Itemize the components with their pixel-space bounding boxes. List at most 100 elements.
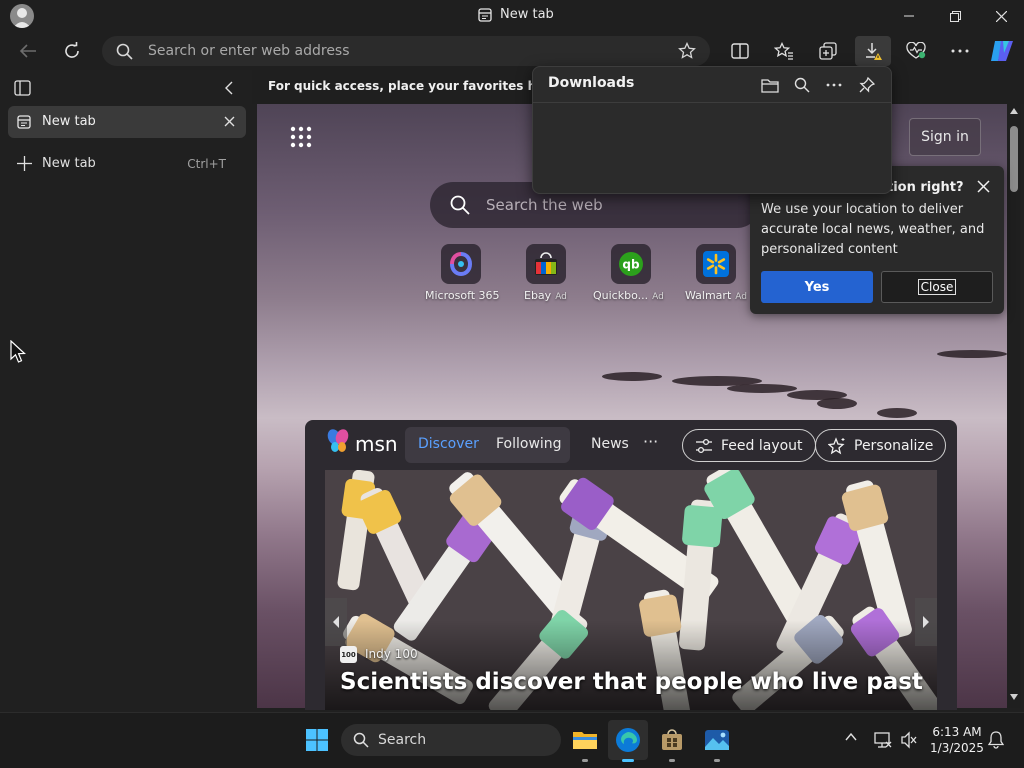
location-yes-button[interactable]: Yes xyxy=(761,271,873,303)
background-rock xyxy=(877,408,917,418)
tab-discover[interactable]: Discover xyxy=(418,436,479,452)
background-rock xyxy=(727,384,797,393)
start-button[interactable] xyxy=(297,720,337,760)
downloads-divider xyxy=(533,102,891,103)
web-search-input[interactable] xyxy=(486,195,746,215)
new-tab-shortcut: Ctrl+T xyxy=(187,157,226,171)
profile-avatar[interactable] xyxy=(10,4,34,28)
quicklink-quickbooks[interactable]: qb xyxy=(611,244,651,284)
location-close-button[interactable]: Close xyxy=(881,271,993,303)
taskbar-edge[interactable] xyxy=(608,720,648,760)
search-icon xyxy=(116,43,133,60)
background-rock xyxy=(817,398,857,409)
hero-next-arrow-icon[interactable] xyxy=(915,598,937,646)
downloads-title: Downloads xyxy=(548,75,635,91)
address-input[interactable] xyxy=(148,42,648,60)
hero-prev-arrow-icon[interactable] xyxy=(325,598,347,646)
page-scrollbar[interactable] xyxy=(1007,104,1021,708)
svg-text:qb: qb xyxy=(622,258,640,272)
personalize-button[interactable]: Personalize xyxy=(815,429,947,462)
restore-button[interactable] xyxy=(932,0,978,32)
quicklink-label: Microsoft 365 xyxy=(425,289,500,302)
location-popup-body: We use your location to deliver accurate… xyxy=(761,202,985,257)
clock-date: 1/3/2025 xyxy=(930,741,984,755)
feed-layout-button[interactable]: Feed layout xyxy=(682,429,816,462)
browser-essentials-button[interactable] xyxy=(901,36,931,66)
walmart-spark-icon xyxy=(703,251,729,277)
scroll-down-arrow-icon[interactable] xyxy=(1010,694,1018,700)
clock-time: 6:13 AM xyxy=(932,725,982,739)
copilot-icon[interactable] xyxy=(987,36,1017,66)
taskbar-file-explorer[interactable] xyxy=(565,720,605,760)
refresh-button[interactable] xyxy=(57,36,87,66)
scroll-up-arrow-icon[interactable] xyxy=(1010,108,1018,114)
collections-button[interactable] xyxy=(813,36,843,66)
msn-brand[interactable]: msn xyxy=(355,432,398,456)
search-icon xyxy=(353,732,369,748)
search-downloads-icon[interactable] xyxy=(789,72,815,98)
location-question: tion right? xyxy=(887,180,964,195)
background-rock xyxy=(937,350,1007,358)
close-popup-icon[interactable] xyxy=(977,180,990,193)
split-screen-button[interactable] xyxy=(725,36,755,66)
back-button[interactable] xyxy=(13,36,43,66)
app-launcher-grid-icon[interactable] xyxy=(290,126,312,148)
quicklink-label: Quickbo... Ad xyxy=(593,289,664,302)
title-bar: New tab xyxy=(0,0,1024,32)
search-icon xyxy=(450,195,470,215)
source-logo: 100 xyxy=(340,646,357,663)
close-window-button[interactable] xyxy=(978,0,1024,32)
scrollbar-thumb[interactable] xyxy=(1010,126,1018,192)
sliders-icon xyxy=(695,438,713,454)
feed-more-button[interactable]: ··· xyxy=(643,432,658,451)
windows-logo-icon xyxy=(305,728,329,752)
taskbar-clock[interactable]: 6:13 AM 1/3/2025 xyxy=(928,724,986,756)
tab-new-tab[interactable]: New tab xyxy=(8,106,246,138)
collapse-pane-chevron-icon[interactable] xyxy=(224,81,234,95)
quicklink-ebay[interactable] xyxy=(526,244,566,284)
network-icon[interactable] xyxy=(874,731,892,749)
new-tab-button[interactable]: New tab Ctrl+T xyxy=(8,149,246,179)
tab-news[interactable]: News xyxy=(591,436,629,452)
msn-butterfly-icon[interactable] xyxy=(326,428,352,454)
quicklink-label: Walmart Ad xyxy=(685,289,747,302)
running-indicator xyxy=(669,759,675,762)
downloads-flyout: Downloads xyxy=(532,66,892,194)
downloads-button[interactable] xyxy=(855,36,891,66)
quickbooks-icon: qb xyxy=(618,251,644,277)
location-close-label: Close xyxy=(917,279,957,295)
ebay-bag-icon xyxy=(533,252,559,276)
close-tab-icon[interactable] xyxy=(224,116,235,127)
taskbar-store[interactable] xyxy=(652,720,692,760)
new-tab-label: New tab xyxy=(42,156,96,171)
show-hidden-icons-chevron-icon[interactable] xyxy=(845,733,857,741)
sign-in-button[interactable]: Sign in xyxy=(909,118,981,156)
notifications-bell-icon[interactable] xyxy=(988,731,1004,749)
volume-muted-icon[interactable] xyxy=(900,731,918,749)
open-downloads-folder-icon[interactable] xyxy=(757,72,783,98)
feed-layout-label: Feed layout xyxy=(721,437,803,454)
story-headline[interactable]: Scientists discover that people who live… xyxy=(340,669,930,695)
favorite-star-icon[interactable] xyxy=(678,42,696,60)
personalize-label: Personalize xyxy=(854,437,934,454)
taskbar-search-label: Search xyxy=(378,732,427,748)
quicklink-label: Ebay Ad xyxy=(524,289,567,302)
tab-label: New tab xyxy=(42,114,96,129)
quicklink-microsoft365[interactable] xyxy=(441,244,481,284)
story-source[interactable]: Indy 100 xyxy=(365,647,418,661)
favorites-button[interactable] xyxy=(769,36,799,66)
taskbar-photos[interactable] xyxy=(697,720,737,760)
minimize-button[interactable] xyxy=(886,0,932,32)
pin-downloads-icon[interactable] xyxy=(854,72,880,98)
newtab-page-icon xyxy=(17,115,31,129)
downloads-more-options-icon[interactable] xyxy=(821,72,847,98)
tab-actions-menu-icon[interactable] xyxy=(14,80,32,96)
address-bar[interactable] xyxy=(102,36,710,66)
running-indicator xyxy=(714,759,720,762)
plus-icon xyxy=(17,156,32,171)
tab-following[interactable]: Following xyxy=(496,436,562,452)
newtab-page-icon xyxy=(478,7,492,22)
more-options-button[interactable] xyxy=(945,36,975,66)
quicklink-walmart[interactable] xyxy=(696,244,736,284)
taskbar-search[interactable]: Search xyxy=(341,724,561,756)
